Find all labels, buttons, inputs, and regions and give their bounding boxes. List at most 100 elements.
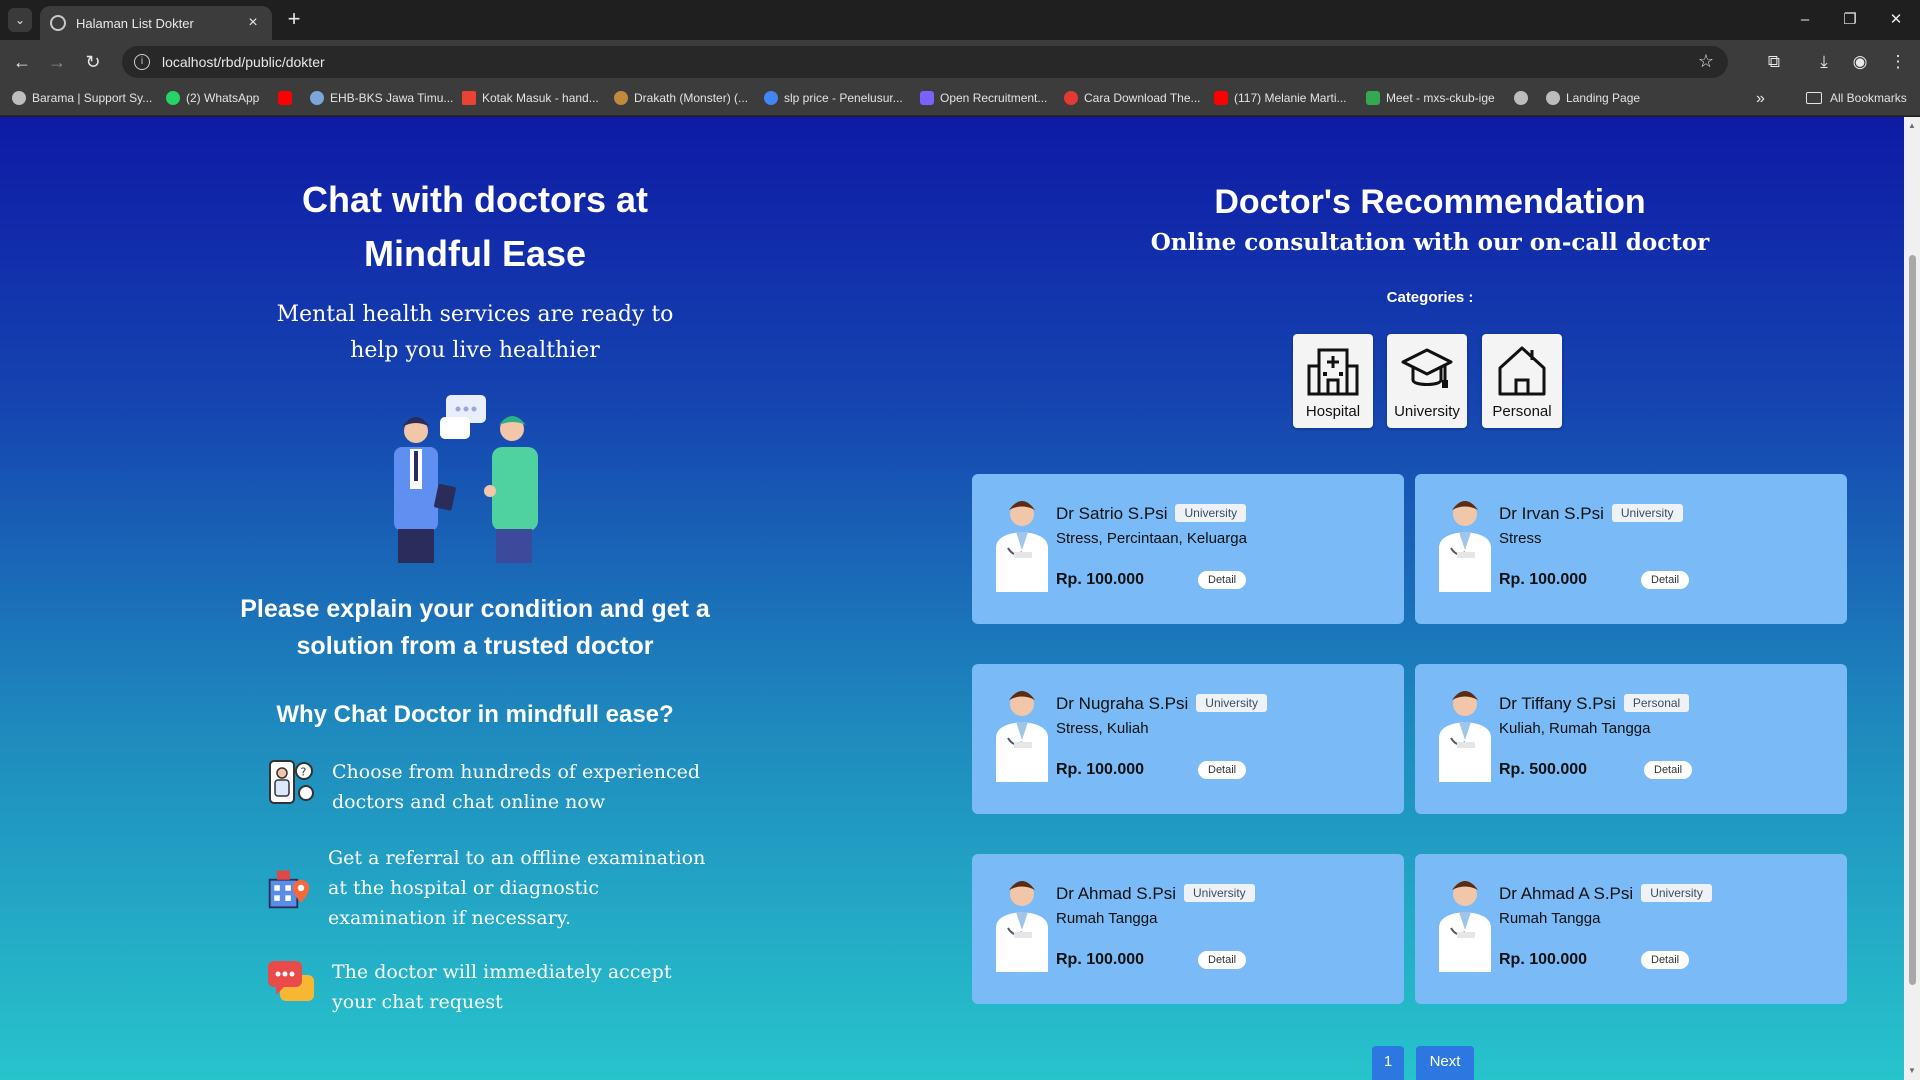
- tab-search-button[interactable]: ⌄: [8, 8, 32, 32]
- bookmarks-bar: Barama | Support Sy... (2) WhatsApp EHB-…: [0, 84, 1920, 116]
- doctor-card[interactable]: Dr Irvan S.Psi University Stress Rp. 100.…: [1415, 474, 1847, 624]
- hospital-icon: [1307, 348, 1359, 396]
- doctor-name: Dr Ahmad A S.Psi University: [1499, 884, 1712, 904]
- doctor-card[interactable]: Dr Ahmad A S.Psi University Rumah Tangga …: [1415, 854, 1847, 1004]
- bookmark-favicon-icon: [310, 91, 324, 105]
- feature-text: The doctor will immediately accept your …: [332, 961, 672, 1013]
- recommendation-title: Doctor's Recommendation: [1214, 183, 1646, 221]
- bookmark-label: (117) Melanie Marti...: [1234, 91, 1347, 105]
- category-label: Hospital: [1305, 403, 1361, 420]
- doctor-phone-icon: ?: [269, 760, 314, 804]
- bookmark-label: EHB-BKS Jawa Timu...: [330, 91, 454, 105]
- doctor-price: Rp. 100.000: [1499, 951, 1588, 968]
- bookmark-item[interactable]: slp price - Penelusur...: [764, 91, 903, 105]
- browser-tab-active[interactable]: Halaman List Dokter ×: [40, 6, 272, 40]
- doctor-specialty: Stress: [1499, 530, 1542, 547]
- doctor-card[interactable]: Dr Nugraha S.Psi University Stress, Kulia…: [972, 664, 1404, 814]
- detail-button[interactable]: Detail: [1641, 571, 1690, 589]
- category-university-button[interactable]: University: [1387, 334, 1467, 428]
- download-icon[interactable]: ⤓: [1812, 50, 1836, 74]
- doctor-specialty: Stress, Percintaan, Keluarga: [1056, 530, 1247, 547]
- bookmark-item[interactable]: (2) WhatsApp: [166, 91, 259, 105]
- category-badge: University: [1196, 694, 1267, 712]
- category-badge: Personal: [1623, 694, 1690, 712]
- why-heading: Why Chat Doctor in mindfull ease?: [276, 701, 674, 728]
- category-badge: University: [1641, 884, 1712, 902]
- restore-icon[interactable]: ❐: [1838, 8, 1862, 32]
- youtube-icon: [278, 91, 292, 105]
- doctor-name: Dr Irvan S.Psi University: [1499, 504, 1683, 524]
- doctor-name-text: Dr Irvan S.Psi: [1499, 504, 1604, 523]
- bookmark-item[interactable]: Meet - mxs-ckub-ige: [1366, 91, 1495, 105]
- bookmark-item[interactable]: Open Recruitment...: [920, 91, 1047, 105]
- doctor-name: Dr Tiffany S.Psi Personal: [1499, 694, 1690, 714]
- page-1-button[interactable]: 1: [1372, 1046, 1404, 1080]
- new-tab-button[interactable]: +: [282, 8, 306, 32]
- window-close-icon[interactable]: ✕: [1884, 8, 1908, 32]
- url-text: localhost/rbd/public/dokter: [162, 54, 325, 70]
- category-badge: University: [1611, 504, 1683, 522]
- detail-button[interactable]: Detail: [1198, 951, 1247, 969]
- all-bookmarks-button[interactable]: All Bookmarks: [1806, 91, 1907, 105]
- bookmark-label: Barama | Support Sy...: [32, 91, 153, 105]
- doctor-specialty: Stress, Kuliah: [1056, 720, 1149, 737]
- doctor-avatar: [1439, 691, 1491, 782]
- bookmark-item[interactable]: (117) Melanie Marti...: [1214, 91, 1346, 105]
- doctor-card[interactable]: Dr Ahmad S.Psi University Rumah Tangga Rp…: [972, 854, 1404, 1004]
- bookmark-star-icon[interactable]: ☆: [1698, 51, 1714, 72]
- scroll-up-arrow-icon[interactable]: ▲: [1908, 121, 1916, 130]
- forward-icon[interactable]: →: [45, 50, 69, 74]
- next-page-button[interactable]: Next: [1416, 1046, 1474, 1080]
- doctor-price: Rp. 500.000: [1499, 761, 1588, 778]
- category-hospital-button[interactable]: Hospital: [1293, 334, 1373, 428]
- site-info-icon[interactable]: i: [134, 54, 150, 70]
- bookmark-item[interactable]: [1514, 91, 1534, 105]
- reload-icon[interactable]: ↻: [81, 50, 105, 74]
- bookmark-label: Meet - mxs-ckub-ige: [1386, 91, 1495, 105]
- back-icon[interactable]: ←: [10, 50, 34, 74]
- bookmark-item[interactable]: Barama | Support Sy...: [12, 91, 152, 105]
- doctor-specialty: Kuliah, Rumah Tangga: [1499, 720, 1651, 737]
- doctor-name-text: Dr Tiffany S.Psi: [1499, 694, 1616, 713]
- hero-subtitle: Mental health services are ready to help…: [276, 302, 674, 363]
- scroll-down-arrow-icon[interactable]: ▼: [1908, 1066, 1916, 1075]
- bookmark-item[interactable]: Landing Page: [1546, 91, 1640, 105]
- bookmark-item[interactable]: Drakath (Monster) (...: [614, 91, 748, 105]
- doctor-card[interactable]: Dr Satrio S.Psi University Stress, Percin…: [972, 474, 1404, 624]
- minimize-icon[interactable]: –: [1793, 8, 1817, 32]
- more-bookmarks-icon[interactable]: »: [1756, 90, 1765, 108]
- profile-avatar-icon[interactable]: ◉: [1848, 50, 1872, 74]
- feature-text: Choose from hundreds of experienced doct…: [332, 761, 701, 813]
- bookmark-item[interactable]: Cara Download The...: [1064, 91, 1201, 105]
- bookmark-item[interactable]: [278, 91, 298, 105]
- feature-item: The doctor will immediately accept your …: [266, 957, 706, 1017]
- bookmark-item[interactable]: Kotak Masuk - hand...: [462, 91, 599, 105]
- doctor-name-text: Dr Ahmad S.Psi: [1056, 884, 1176, 903]
- category-personal-button[interactable]: Personal: [1482, 334, 1562, 428]
- hospital-location-icon: [268, 870, 310, 909]
- bookmark-favicon-icon: [12, 91, 26, 105]
- feature-item: ? Choose from hundreds of experienced do…: [266, 757, 706, 817]
- detail-button[interactable]: Detail: [1644, 761, 1693, 779]
- bookmark-item[interactable]: EHB-BKS Jawa Timu...: [310, 91, 453, 105]
- graduation-cap-icon: [1401, 348, 1453, 388]
- doctor-specialty: Rumah Tangga: [1056, 910, 1158, 927]
- browser-tab-strip: ⌄ Halaman List Dokter × + – ❐ ✕: [0, 0, 1920, 40]
- doctor-name: Dr Satrio S.Psi University: [1056, 504, 1247, 524]
- close-tab-icon[interactable]: ×: [244, 14, 262, 32]
- extensions-icon[interactable]: ⧉: [1762, 50, 1786, 74]
- category-label: University: [1394, 403, 1460, 420]
- detail-button[interactable]: Detail: [1641, 951, 1690, 969]
- doctor-price: Rp. 100.000: [1056, 761, 1145, 778]
- scrollbar-thumb[interactable]: [1909, 255, 1916, 985]
- doctor-card[interactable]: Dr Tiffany S.Psi Personal Kuliah, Rumah T…: [1415, 664, 1847, 814]
- bookmark-label: Drakath (Monster) (...: [634, 91, 749, 105]
- detail-button[interactable]: Detail: [1198, 761, 1247, 779]
- address-bar[interactable]: i localhost/rbd/public/dokter ☆: [122, 46, 1728, 78]
- hero-title: Chat with doctors at Mindful Ease: [301, 179, 648, 274]
- globe-icon: [1514, 91, 1528, 105]
- category-badge: University: [1175, 504, 1247, 522]
- recommendation-subtitle: Online consultation with our on-call doc…: [1150, 229, 1710, 256]
- menu-kebab-icon[interactable]: ⋮: [1886, 50, 1910, 74]
- detail-button[interactable]: Detail: [1198, 571, 1247, 589]
